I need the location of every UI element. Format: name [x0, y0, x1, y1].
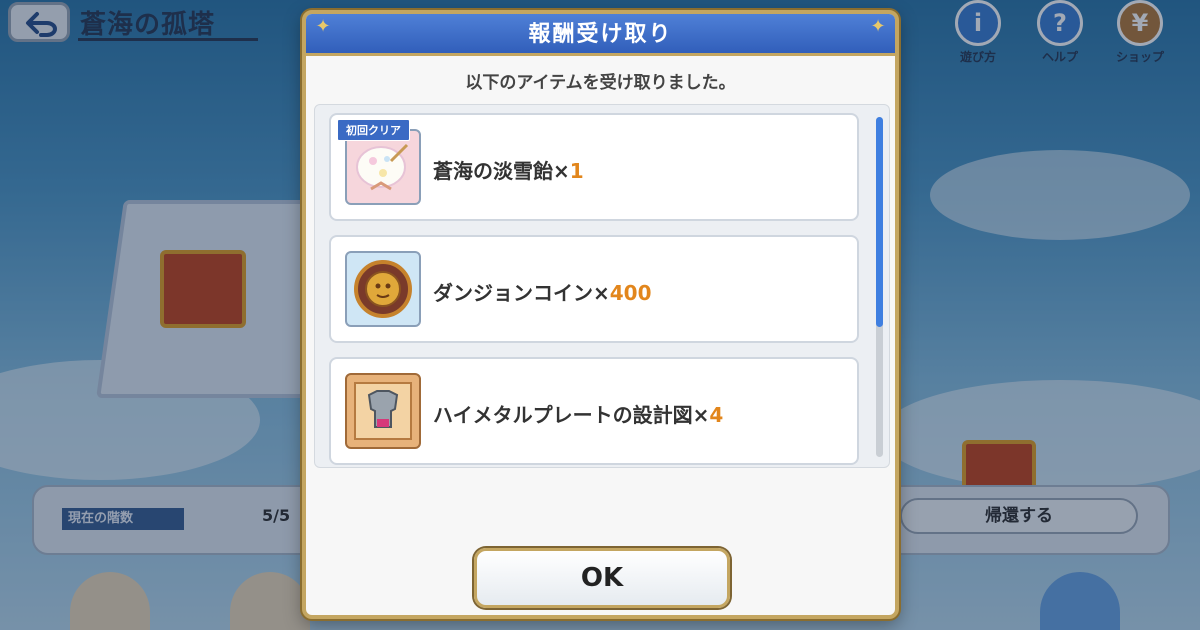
reward-dialog: ✦ 報酬受け取り ✦ 以下のアイテムを受け取りました。 初回クリア 蒼海の淡雪飴… — [302, 10, 899, 619]
item-label: ダンジョンコイン× — [433, 281, 610, 305]
ok-button[interactable]: OK — [474, 548, 730, 608]
armor-blueprint-icon — [345, 373, 421, 449]
reward-item-name: 蒼海の淡雪飴×1 — [433, 155, 584, 184]
item-quantity: 1 — [569, 159, 584, 183]
ornament-icon: ✦ — [870, 16, 886, 37]
reward-item: ダンジョンコイン×400 — [329, 235, 859, 343]
dungeon-coin-icon — [345, 251, 421, 327]
ornament-icon: ✦ — [315, 16, 331, 37]
first-clear-badge: 初回クリア — [337, 119, 410, 141]
reward-item-name: ハイメタルプレートの設計図×4 — [433, 399, 723, 428]
dialog-header: ✦ 報酬受け取り ✦ — [306, 14, 895, 56]
scrollbar-thumb[interactable] — [876, 117, 883, 327]
item-quantity: 4 — [709, 403, 724, 427]
item-label: ハイメタルプレートの設計図× — [433, 403, 710, 427]
reward-list-scrollbar[interactable] — [876, 117, 883, 457]
reward-item-name: ダンジョンコイン×400 — [433, 277, 652, 306]
reward-list[interactable]: 初回クリア 蒼海の淡雪飴×1 ダンジョンコイン×400 ハイメタルプレートの設計… — [314, 104, 890, 468]
reward-item: ハイメタルプレートの設計図×4 — [329, 357, 859, 465]
dialog-message: 以下のアイテムを受け取りました。 — [465, 73, 736, 93]
item-quantity: 400 — [609, 281, 652, 305]
reward-item: 初回クリア 蒼海の淡雪飴×1 — [329, 113, 859, 221]
dialog-title: 報酬受け取り — [528, 22, 673, 47]
item-label: 蒼海の淡雪飴× — [433, 159, 570, 183]
